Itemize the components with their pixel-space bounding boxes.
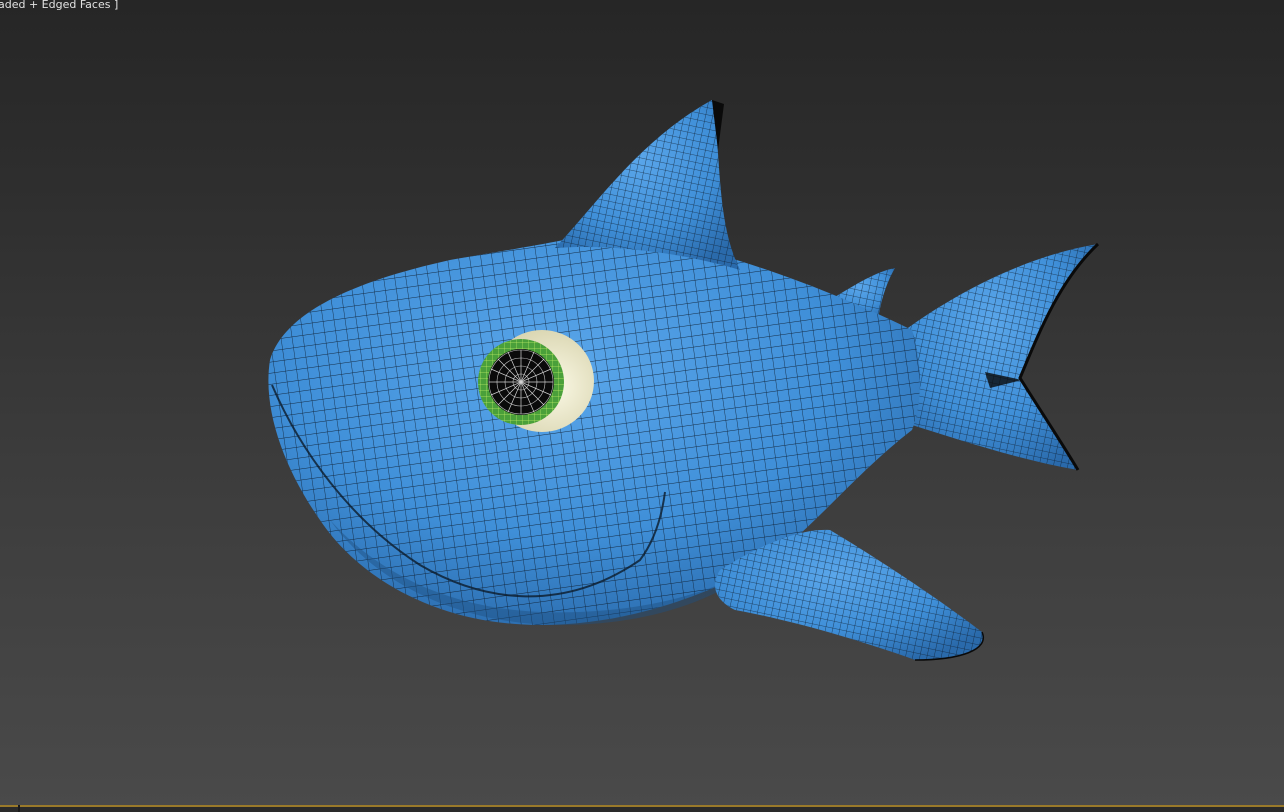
viewport-perspective[interactable]: aded + Edged Faces ] xyxy=(0,0,1284,812)
timeline-strip[interactable] xyxy=(0,805,1284,812)
timeline-tick xyxy=(18,805,20,812)
shark-model[interactable] xyxy=(0,0,1284,812)
dorsal-fin xyxy=(555,100,740,270)
tail-fin xyxy=(905,242,1100,471)
